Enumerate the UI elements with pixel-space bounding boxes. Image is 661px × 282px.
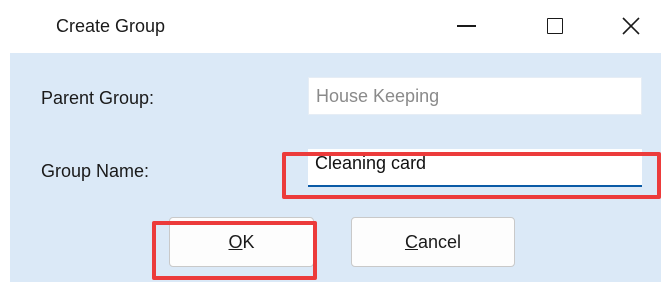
group-name-input[interactable]: Cleaning card (308, 149, 642, 187)
group-name-label: Group Name: (41, 161, 150, 181)
create-group-dialog: Create Group Parent Group: House Keeping… (0, 0, 661, 282)
cancel-button-label: ancel (417, 231, 462, 252)
maximize-icon (547, 18, 563, 34)
group-name-value: Cleaning card (315, 153, 427, 173)
title-bar: Create Group (10, 0, 661, 53)
dialog-body: Parent Group: House Keeping Group Name: … (10, 53, 661, 282)
close-button[interactable] (611, 8, 651, 44)
maximize-button[interactable] (535, 8, 575, 44)
window-title: Create Group (56, 16, 166, 36)
minimize-button[interactable] (446, 8, 486, 44)
ok-button[interactable]: OK (169, 217, 314, 267)
parent-group-label: Parent Group: (41, 88, 155, 108)
cancel-button[interactable]: Cancel (351, 217, 515, 267)
minimize-icon (456, 25, 476, 27)
parent-group-value: House Keeping (316, 85, 440, 106)
cancel-button-accelerator: C (404, 231, 418, 252)
parent-group-field: House Keeping (308, 77, 642, 115)
close-icon (622, 17, 640, 35)
ok-button-label: K (242, 231, 255, 252)
ok-button-accelerator: O (228, 231, 243, 252)
